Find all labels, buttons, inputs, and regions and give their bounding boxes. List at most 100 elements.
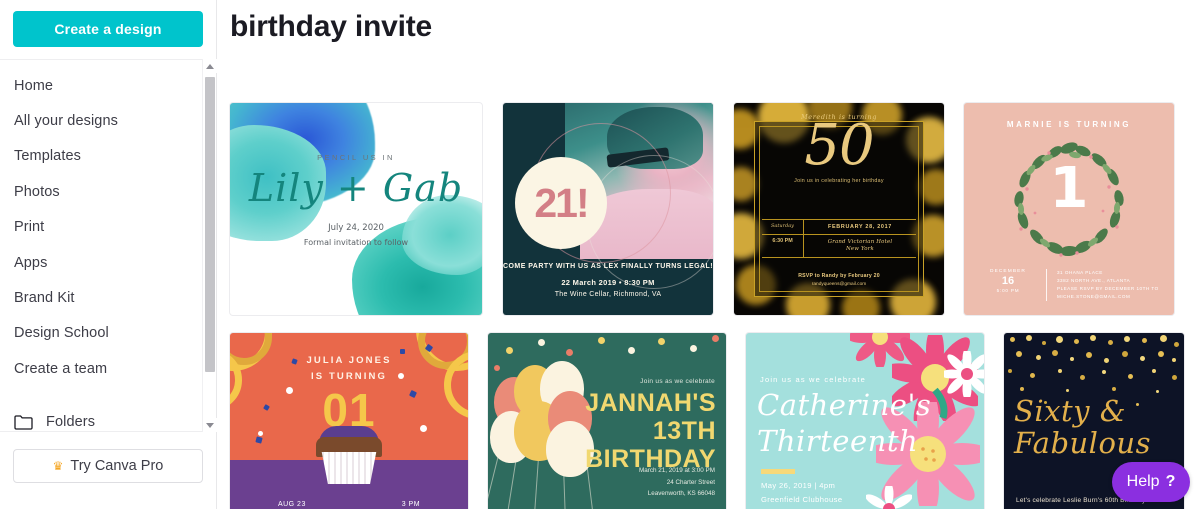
sidebar-item-design-school[interactable]: Design School bbox=[0, 316, 217, 351]
confetti-dot-icon bbox=[494, 365, 500, 371]
design-headline: JANNAH'S 13TH BIRTHDAY bbox=[585, 389, 716, 473]
design-datetime: May 26, 2019 | 4pm bbox=[761, 481, 836, 490]
design-thumbnail: Join us as we celebrate Catherine's Thir… bbox=[746, 333, 984, 509]
sidebar-item-label: All your designs bbox=[14, 113, 118, 130]
confetti-dot-icon bbox=[658, 338, 665, 345]
design-venue: Greenfield Clubhouse bbox=[761, 495, 843, 504]
design-headline: JULIA JONES IS TURNING bbox=[230, 353, 468, 385]
design-thumbnail: MARNIE IS TURNING 1 DECEMBER 16 5:00 PM … bbox=[964, 103, 1174, 315]
design-thumbnail: Meredith is turning 50 Join us in celebr… bbox=[734, 103, 944, 315]
design-rsvp-block: RSVP to Randy by February 20 randyqueens… bbox=[734, 273, 944, 287]
confetti-dot-icon bbox=[690, 345, 697, 352]
confetti-icon bbox=[255, 436, 263, 444]
design-kicker: Join us as we celebrate bbox=[640, 378, 715, 385]
design-card-gold-fifty[interactable]: Meredith is turning 50 Join us in celebr… bbox=[734, 103, 944, 315]
design-names: Lily + Gab bbox=[248, 166, 464, 210]
design-datetime: 22 March 2019 • 8:30 PM bbox=[561, 278, 655, 287]
confetti-dot-icon bbox=[506, 347, 513, 354]
design-day: Saturday bbox=[762, 220, 804, 234]
venue-line-2: New York bbox=[845, 246, 874, 253]
sidebar-item-folders[interactable]: Folders bbox=[0, 405, 217, 431]
help-button[interactable]: Help ? bbox=[1112, 462, 1190, 502]
sidebar-item-apps[interactable]: Apps bbox=[0, 245, 217, 280]
design-thumbnail: Join us as we celebrate JANNAH'S 13TH BI… bbox=[488, 333, 726, 509]
flower-icon bbox=[940, 347, 984, 401]
name-line-2: Thirteenth bbox=[757, 424, 919, 459]
design-card-catherine-thirteenth-floral[interactable]: Join us as we celebrate Catherine's Thir… bbox=[746, 333, 984, 509]
headline-line-2: 13TH bbox=[652, 417, 716, 445]
table-row: Saturday FEBRUARY 28, 2017 bbox=[762, 220, 916, 235]
design-subtitle: Join us in celebrating her birthday bbox=[794, 178, 884, 185]
canva-home-page: Create a design Home All your designs Te… bbox=[0, 0, 1202, 509]
design-email: randyqueens@gmail.com bbox=[811, 282, 867, 287]
confetti-dot-icon bbox=[628, 347, 635, 354]
sidebar-item-label: Design School bbox=[14, 325, 109, 342]
design-card-marnie-turning-one[interactable]: MARNIE IS TURNING 1 DECEMBER 16 5:00 PM … bbox=[964, 103, 1174, 315]
design-month: DECEMBER bbox=[990, 268, 1026, 274]
try-canva-pro-label: Try Canva Pro bbox=[70, 458, 164, 474]
sidebar-item-templates[interactable]: Templates bbox=[0, 139, 217, 174]
address-line-2: Leavenworth, KS 66048 bbox=[647, 490, 715, 498]
design-time: 5:00 PM bbox=[996, 287, 1020, 293]
design-thumbnail: PENCIL US IN Lily + Gab July 24, 2020 Fo… bbox=[230, 103, 482, 315]
confetti-dot-icon bbox=[598, 337, 605, 344]
sidebar-item-create-a-team[interactable]: Create a team bbox=[0, 351, 217, 386]
sidebar-item-all-your-designs[interactable]: All your designs bbox=[0, 103, 217, 138]
headline-line-2: Fabulous bbox=[1014, 426, 1151, 461]
design-card-julia-jones-cupcake[interactable]: JULIA JONES IS TURNING 01 AUG 23 3 PM bbox=[230, 333, 468, 509]
vertical-divider bbox=[1046, 268, 1047, 301]
sidebar-divider-spacer bbox=[0, 387, 217, 405]
question-mark-icon: ? bbox=[1165, 473, 1176, 490]
sidebar-item-print[interactable]: Print bbox=[0, 210, 217, 245]
help-label: Help bbox=[1126, 473, 1160, 490]
address-line-2: 3382 NORTH AVE., ATLANTA bbox=[1057, 277, 1131, 283]
design-number: 1 bbox=[1049, 156, 1089, 221]
sidebar-item-label: Folders bbox=[46, 414, 96, 431]
sidebar-item-photos[interactable]: Photos bbox=[0, 174, 217, 209]
create-a-design-button[interactable]: Create a design bbox=[13, 11, 203, 47]
headline-line-1: JANNAH'S bbox=[585, 389, 716, 417]
sidebar-scrollbar[interactable] bbox=[202, 59, 217, 432]
design-headline: Sixty & Fabulous bbox=[1014, 395, 1176, 460]
design-thumbnail: JULIA JONES IS TURNING 01 AUG 23 3 PM bbox=[230, 333, 468, 509]
sidebar-item-label: Create a team bbox=[14, 360, 108, 377]
address-line-1: 24 Charter Street bbox=[666, 478, 715, 486]
design-card-turning-21[interactable]: 21! COME PARTY WITH US AS LEX FINALLY TU… bbox=[503, 103, 713, 315]
main-content: birthday invite PENCIL US IN Lily + Gab … bbox=[217, 0, 1202, 509]
scrollbar-thumb[interactable] bbox=[205, 77, 215, 372]
address-line-3: PLEASE RSVP BY DECEMBER 10TH TO bbox=[1057, 285, 1159, 291]
design-thumbnail: 21! COME PARTY WITH US AS LEX FINALLY TU… bbox=[503, 103, 713, 315]
address-line-1: 31 OHANA PLACE bbox=[1057, 269, 1103, 275]
crown-icon: ♛ bbox=[52, 459, 64, 473]
design-card-watercolor-lily-gab[interactable]: PENCIL US IN Lily + Gab July 24, 2020 Fo… bbox=[230, 103, 482, 315]
sidebar-item-home[interactable]: Home bbox=[0, 68, 217, 103]
try-canva-pro-button[interactable]: ♛ Try Canva Pro bbox=[13, 449, 203, 483]
design-footer: DECEMBER 16 5:00 PM 31 OHANA PLACE 3382 … bbox=[980, 268, 1162, 301]
design-rsvp: RSVP to Randy by February 20 bbox=[798, 273, 880, 279]
sidebar-item-label: Home bbox=[14, 77, 54, 94]
headline-line-2: IS TURNING bbox=[311, 371, 387, 383]
design-headline: MARNIE IS TURNING bbox=[1006, 120, 1132, 129]
design-footer-left: AUG 23 bbox=[277, 501, 306, 508]
design-headline: COME PARTY WITH US AS LEX FINALLY TURNS … bbox=[503, 263, 713, 270]
design-text-block: PENCIL US IN Lily + Gab July 24, 2020 Fo… bbox=[230, 153, 482, 247]
sidebar-item-label: Apps bbox=[14, 254, 48, 271]
headline-line-1: Sixty & bbox=[1014, 394, 1127, 428]
design-kicker: Join us as we celebrate bbox=[760, 375, 866, 384]
sidebar-item-brand-kit[interactable]: Brand Kit bbox=[0, 280, 217, 315]
design-time: 6:30 PM bbox=[762, 235, 804, 258]
sidebar-nav: Home All your designs Templates Photos P… bbox=[0, 59, 217, 432]
sidebar-item-label: Photos bbox=[14, 183, 60, 200]
design-card-jannah-13th-balloons[interactable]: Join us as we celebrate JANNAH'S 13TH BI… bbox=[488, 333, 726, 509]
chevron-up-icon[interactable] bbox=[203, 59, 217, 73]
confetti-dot-icon bbox=[538, 339, 545, 346]
sidebar: Create a design Home All your designs Te… bbox=[0, 0, 217, 509]
sidebar-nav-list: Home All your designs Templates Photos P… bbox=[0, 60, 217, 431]
chevron-down-icon[interactable] bbox=[203, 418, 217, 432]
design-number: 21! bbox=[534, 179, 589, 226]
sidebar-item-label: Brand Kit bbox=[14, 290, 75, 307]
sidebar-item-label: Print bbox=[14, 219, 45, 236]
accent-bar bbox=[761, 469, 795, 474]
cupcake-icon bbox=[314, 422, 384, 484]
design-name: Catherine's Thirteenth bbox=[757, 387, 931, 460]
